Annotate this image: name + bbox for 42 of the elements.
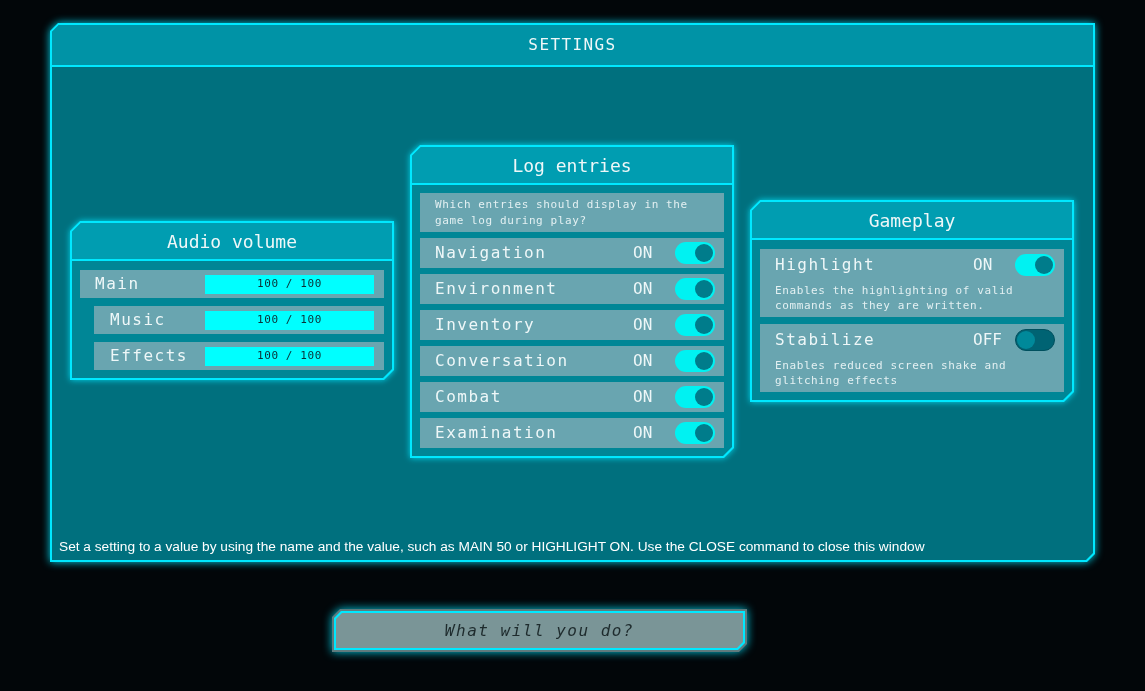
- state-label: OFF: [973, 329, 1003, 351]
- state-label: ON: [973, 254, 994, 276]
- setting-label: Combat: [435, 386, 503, 408]
- channel-label: Main: [95, 273, 141, 295]
- toggle-switch[interactable]: [675, 242, 715, 264]
- setting-label: Inventory: [435, 314, 537, 336]
- state-label: ON: [633, 350, 654, 372]
- volume-reading: 100 / 100: [257, 275, 322, 292]
- volume-slider[interactable]: 100 / 100: [205, 274, 374, 294]
- setting-description: Enables reduced screen shake and glitching effects: [775, 358, 1008, 388]
- toggle-switch[interactable]: [1015, 329, 1055, 351]
- toggle-switch[interactable]: [675, 278, 715, 300]
- state-label: ON: [633, 422, 654, 444]
- toggle-switch[interactable]: [675, 314, 715, 336]
- volume-slider[interactable]: 100 / 100: [205, 346, 374, 366]
- hint-text: Set a setting to a value by using the name and the value, such as MAIN 50 or HIGHLIGHT ON. Use the CLOSE command to close this window: [59, 539, 925, 554]
- setting-label: Navigation: [435, 242, 548, 264]
- state-label: ON: [633, 278, 654, 300]
- state-label: ON: [633, 314, 654, 336]
- toggle-switch[interactable]: [675, 422, 715, 444]
- toggle-switch[interactable]: [1015, 254, 1055, 276]
- channel-label: Music: [110, 309, 167, 331]
- state-label: ON: [633, 242, 654, 264]
- channel-label: Effects: [110, 345, 189, 367]
- window-title: SETTINGS: [528, 34, 617, 56]
- panel-title: Log entries: [512, 153, 632, 178]
- setting-label: Examination: [435, 422, 559, 444]
- volume-reading: 100 / 100: [257, 311, 322, 328]
- volume-reading: 100 / 100: [257, 347, 322, 364]
- command-input[interactable]: What will you do?: [336, 613, 743, 648]
- state-label: ON: [633, 386, 654, 408]
- setting-label: Highlight: [775, 254, 877, 276]
- panel-description: Which entries should display in the game log during play?: [435, 196, 689, 229]
- panel-title: Gameplay: [868, 208, 956, 233]
- toggle-switch[interactable]: [675, 350, 715, 372]
- toggle-switch[interactable]: [675, 386, 715, 408]
- setting-label: Conversation: [435, 350, 570, 372]
- panel-title: Audio volume: [166, 229, 297, 254]
- setting-description: Enables the highlighting of valid commands as they are written.: [775, 283, 1015, 313]
- setting-label: Environment: [435, 278, 559, 300]
- setting-label: Stabilize: [775, 329, 877, 351]
- volume-slider[interactable]: 100 / 100: [205, 310, 374, 330]
